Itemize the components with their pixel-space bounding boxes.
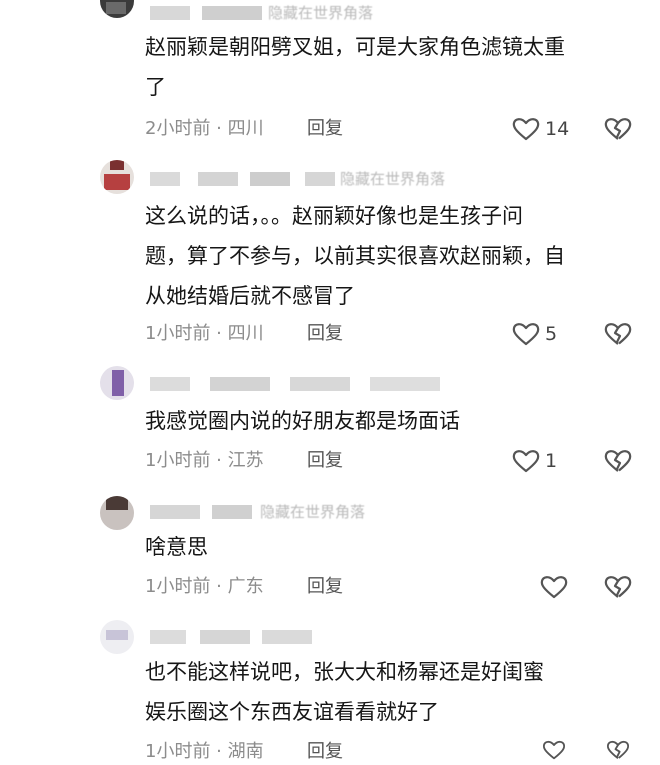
broken-heart-icon	[604, 450, 632, 472]
like-count: 14	[545, 118, 570, 140]
heart-outline-icon	[540, 576, 568, 599]
username-blurred[interactable]: 隐藏在世界角落	[150, 503, 450, 521]
username-blurred[interactable]	[150, 628, 330, 646]
reply-button[interactable]: 回复	[307, 739, 343, 765]
comment-meta: 1小时前 · 广东 回复	[145, 574, 343, 600]
username-blurred[interactable]	[150, 375, 460, 393]
broken-heart-icon	[604, 576, 632, 598]
comment-text: 啥意思	[145, 527, 635, 567]
comment-time-location: 1小时前 · 广东	[145, 576, 264, 597]
username-tail: 隐藏在世界角落	[260, 503, 366, 521]
comment-line: 从她结婚后就不感冒了	[145, 284, 355, 308]
comment-text: 这么说的话，。。赵丽颖好像也是生孩子问 题，算了不参与，以前其实很喜欢赵丽颖，自…	[145, 196, 635, 316]
avatar[interactable]	[100, 366, 134, 400]
heart-outline-icon	[512, 323, 540, 346]
comment-meta: 1小时前 · 四川 回复	[145, 321, 343, 347]
comment-line: 娱乐圈这个东西友谊看看就好了	[145, 700, 439, 724]
username-blurred[interactable]: 隐藏在世界角落	[150, 170, 470, 188]
comment-line: 我感觉圈内说的好朋友都是场面话	[145, 409, 460, 433]
username-tail: 隐藏在世界角落	[340, 170, 446, 188]
heart-outline-icon	[512, 118, 540, 141]
comment-time-location: 2小时前 · 四川	[145, 118, 264, 139]
comment-meta: 1小时前 · 湖南 回复	[145, 739, 343, 765]
heart-outline-icon	[542, 740, 566, 760]
comment-line: 这么说的话，。。赵丽颖好像也是生孩子问	[145, 204, 523, 228]
like-count: 5	[545, 323, 558, 345]
comment-time-location: 1小时前 · 四川	[145, 323, 264, 344]
reply-button[interactable]: 回复	[307, 116, 343, 142]
username-tail: 隐藏在世界角落	[268, 4, 374, 22]
comment-text: 也不能这样说吧，张大大和杨幂还是好闺蜜 娱乐圈这个东西友谊看看就好了	[145, 652, 635, 732]
like-count: 1	[545, 450, 558, 472]
avatar[interactable]	[100, 620, 134, 654]
comment-line: 赵丽颖是朝阳劈叉姐，可是大家角色滤镜太重	[145, 35, 565, 59]
avatar[interactable]	[100, 496, 134, 530]
comment-line: 题，算了不参与，以前其实很喜欢赵丽颖，自	[145, 244, 565, 268]
reply-button[interactable]: 回复	[307, 448, 343, 474]
broken-heart-icon	[606, 740, 630, 760]
heart-outline-icon	[512, 450, 540, 473]
comment-meta: 1小时前 · 江苏 回复	[145, 448, 343, 474]
comment-line: 了	[145, 75, 166, 99]
comment-line: 也不能这样说吧，张大大和杨幂还是好闺蜜	[145, 660, 544, 684]
comment-line: 啥意思	[145, 535, 208, 559]
reply-button[interactable]: 回复	[307, 321, 343, 347]
broken-heart-icon	[604, 118, 632, 140]
reply-button[interactable]: 回复	[307, 574, 343, 600]
comment-meta: 2小时前 · 四川 回复	[145, 116, 343, 142]
comment-time-location: 1小时前 · 江苏	[145, 450, 264, 471]
comment-text: 我感觉圈内说的好朋友都是场面话	[145, 401, 635, 441]
avatar[interactable]	[100, 160, 134, 194]
comment-text: 赵丽颖是朝阳劈叉姐，可是大家角色滤镜太重 了	[145, 27, 635, 107]
username-blurred[interactable]: 隐藏在世界角落	[150, 4, 450, 22]
avatar[interactable]	[100, 0, 134, 18]
broken-heart-icon	[604, 323, 632, 345]
